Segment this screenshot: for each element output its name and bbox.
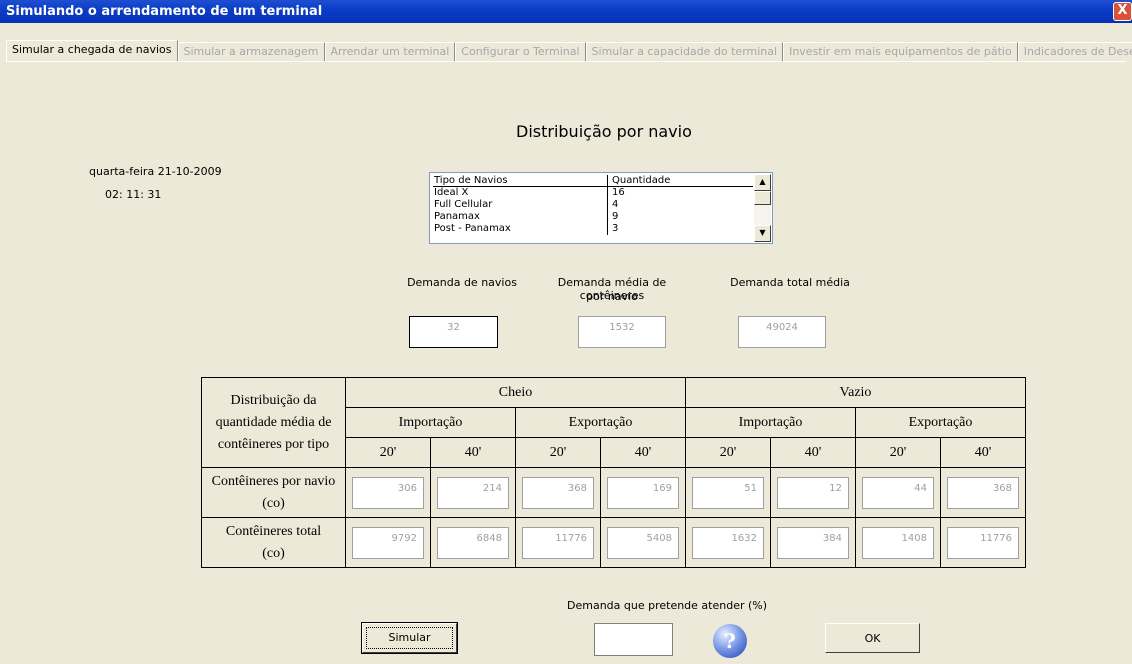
help-icon[interactable]: ? (713, 624, 747, 658)
value-field[interactable]: 9792 (352, 526, 424, 559)
row-label: Contêineres por navio (co) (201, 467, 346, 518)
size-header: 20' (515, 437, 601, 468)
value-field[interactable]: 306 (352, 476, 424, 509)
value-field[interactable]: 368 (947, 476, 1019, 509)
table-row: Contêineres por navio (co) 306 214 368 1… (201, 467, 1026, 518)
corner-line-1: Distribuição da (230, 392, 317, 408)
size-header: 40' (940, 437, 1026, 468)
tab-arrendar-terminal[interactable]: Arrendar um terminal (324, 42, 456, 62)
tab-simular-capacidade[interactable]: Simular a capacidade do terminal (585, 42, 784, 62)
window-title: Simulando o arrendamento de um terminal (6, 4, 323, 19)
scroll-thumb[interactable] (754, 191, 771, 205)
page-title: Distribuição por navio (516, 122, 692, 141)
subgroup-header: Exportação (515, 407, 686, 438)
ship-type: Full Cellular (434, 199, 493, 210)
tab-indicadores[interactable]: Indicadores de Desempenho (1017, 42, 1132, 62)
scroll-up-icon[interactable]: ▲ (754, 174, 771, 191)
value-field[interactable]: 5408 (607, 526, 679, 559)
tab-simular-chegada[interactable]: Simular a chegada de navios (6, 40, 178, 62)
value-field[interactable]: 12 (777, 476, 849, 509)
list-item[interactable]: Full Cellular 4 (433, 199, 753, 211)
ship-types-listbox[interactable]: Tipo de Navios Quantidade Ideal X 16 Ful… (429, 172, 773, 244)
size-header: 20' (345, 437, 431, 468)
list-item[interactable]: Post - Panamax 3 (433, 223, 753, 235)
value-field[interactable]: 384 (777, 526, 849, 559)
value-field[interactable]: 51 (692, 476, 764, 509)
table-corner: Distribuição da quantidade média de cont… (201, 377, 346, 468)
ships-demand-label: Demanda de navios (407, 276, 517, 289)
size-header: 20' (855, 437, 941, 468)
ships-demand-field[interactable]: 32 (409, 316, 498, 348)
scroll-down-icon[interactable]: ▼ (754, 225, 771, 242)
size-header: 40' (600, 437, 686, 468)
tab-simular-armazenagem[interactable]: Simular a armazenagem (177, 42, 325, 62)
value-field[interactable]: 214 (437, 476, 509, 509)
table-row: Contêineres total (co) 9792 6848 11776 5… (201, 517, 1026, 568)
tab-divider (6, 61, 1126, 62)
total-demand-field[interactable]: 49024 (738, 316, 826, 348)
value-field[interactable]: 11776 (522, 526, 594, 559)
ship-quantity: 16 (607, 187, 625, 199)
list-item[interactable]: Ideal X 16 (433, 187, 753, 199)
row-label-line-1: Contêineres total (225, 523, 322, 539)
avg-demand-label-2: por navio (586, 290, 638, 303)
group-header-vazio: Vazio (685, 377, 1026, 408)
corner-line-2: quantidade média de (215, 414, 332, 430)
percent-demand-label: Demanda que pretende atender (%) (567, 599, 768, 612)
avg-demand-field[interactable]: 1532 (578, 316, 666, 348)
col-header-ship-type: Tipo de Navios (434, 175, 508, 186)
group-header-cheio: Cheio (345, 377, 686, 408)
subgroup-header: Importação (685, 407, 856, 438)
ship-type: Ideal X (434, 187, 469, 198)
container-distribution-table: Distribuição da quantidade média de cont… (201, 377, 1026, 568)
percent-demand-input[interactable] (594, 623, 673, 656)
tab-configurar-terminal[interactable]: Configurar o Terminal (455, 42, 586, 62)
ship-quantity: 4 (607, 199, 618, 211)
ok-button[interactable]: OK (825, 623, 920, 653)
subgroup-header: Exportação (855, 407, 1026, 438)
ship-quantity: 3 (607, 223, 618, 235)
ship-type: Panamax (434, 211, 480, 222)
row-label-line-1: Contêineres por navio (211, 473, 336, 489)
total-demand-label: Demanda total média (730, 276, 850, 289)
listbox-scrollbar[interactable]: ▲ ▼ (754, 174, 771, 242)
value-field[interactable]: 1408 (862, 526, 934, 559)
corner-line-3: contêineres por tipo (217, 436, 330, 452)
date-label: quarta-feira 21-10-2009 (89, 165, 222, 178)
size-header: 40' (430, 437, 516, 468)
simulate-button-label: Simular (366, 627, 453, 649)
row-label-line-2: (co) (262, 545, 285, 561)
tab-strip: Simular a chegada de navios Simular a ar… (6, 40, 1132, 62)
value-field[interactable]: 1632 (692, 526, 764, 559)
row-label-line-2: (co) (262, 495, 285, 511)
ship-type: Post - Panamax (434, 223, 511, 234)
size-header: 20' (685, 437, 771, 468)
subgroup-header: Importação (345, 407, 516, 438)
value-field[interactable]: 11776 (947, 526, 1019, 559)
simulate-button[interactable]: Simular (361, 622, 458, 654)
listbox-header: Tipo de Navios Quantidade (433, 175, 753, 187)
value-field[interactable]: 6848 (437, 526, 509, 559)
ship-quantity: 9 (607, 211, 618, 223)
value-field[interactable]: 44 (862, 476, 934, 509)
list-item[interactable]: Panamax 9 (433, 211, 753, 223)
col-header-quantity: Quantidade (607, 175, 670, 186)
size-header: 40' (770, 437, 856, 468)
close-icon[interactable]: X (1113, 2, 1132, 21)
tab-investir-equipamentos[interactable]: Investir em mais equipamentos de pátio (783, 42, 1018, 62)
value-field[interactable]: 169 (607, 476, 679, 509)
window-titlebar: Simulando o arrendamento de um terminal … (0, 0, 1132, 23)
row-label: Contêineres total (co) (201, 517, 346, 568)
value-field[interactable]: 368 (522, 476, 594, 509)
time-label: 02: 11: 31 (105, 188, 162, 201)
